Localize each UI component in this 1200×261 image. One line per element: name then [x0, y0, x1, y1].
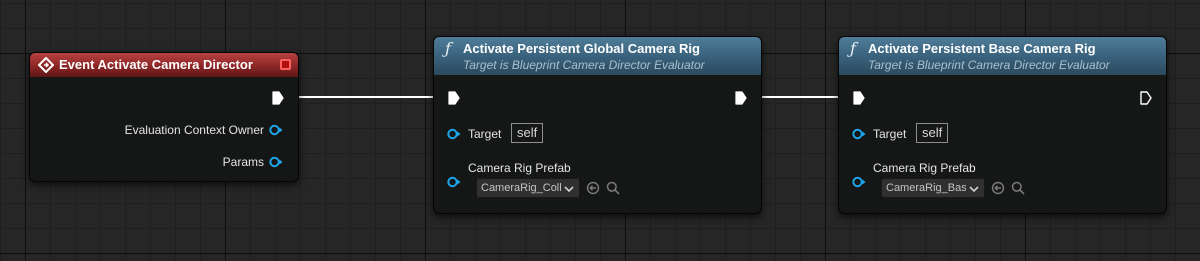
- camera-rig-prefab-value: CameraRig_Collisions: [481, 182, 561, 194]
- event-node-title: Event Activate Camera Director: [59, 57, 253, 72]
- event-exec-out-pin[interactable]: [272, 91, 284, 105]
- target-label: Target: [468, 127, 502, 141]
- target-self-value[interactable]: self: [916, 123, 949, 143]
- evaluation-context-owner-label: Evaluation Context Owner: [124, 123, 264, 137]
- exec-in-pin[interactable]: [448, 91, 460, 105]
- target-pin[interactable]: [852, 128, 866, 140]
- params-pin[interactable]: [269, 156, 283, 168]
- exec-in-pin[interactable]: [853, 91, 865, 105]
- function-node-subtitle: Target is Blueprint Camera Director Eval…: [868, 58, 1110, 72]
- function-node-header[interactable]: ƒ Activate Persistent Global Camera Rig …: [434, 37, 761, 75]
- chevron-down-icon: [969, 186, 979, 193]
- event-diamond-icon: [38, 57, 54, 73]
- target-label: Target: [873, 127, 907, 141]
- target-pin[interactable]: [447, 128, 461, 140]
- function-node-header[interactable]: ƒ Activate Persistent Base Camera Rig Ta…: [839, 37, 1166, 75]
- chevron-down-icon: [564, 186, 574, 193]
- params-label: Params: [222, 155, 264, 169]
- camera-rig-prefab-value: CameraRig_Base: [886, 182, 966, 194]
- function-icon: ƒ: [445, 39, 451, 58]
- camera-rig-prefab-label: Camera Rig Prefab: [873, 161, 976, 175]
- camera-rig-prefab-pin[interactable]: [447, 176, 461, 188]
- use-selected-asset-icon[interactable]: [991, 181, 1005, 195]
- browse-asset-icon[interactable]: [606, 181, 620, 195]
- function-node-title: Activate Persistent Global Camera Rig: [463, 41, 700, 56]
- browse-asset-icon[interactable]: [1011, 181, 1025, 195]
- function-node-global-rig[interactable]: ƒ Activate Persistent Global Camera Rig …: [433, 36, 762, 214]
- camera-rig-prefab-dropdown[interactable]: CameraRig_Collisions: [476, 178, 580, 198]
- exec-out-pin[interactable]: [735, 91, 747, 105]
- function-node-subtitle: Target is Blueprint Camera Director Eval…: [463, 58, 705, 72]
- event-node-header[interactable]: Event Activate Camera Director: [30, 53, 298, 77]
- camera-rig-prefab-pin[interactable]: [852, 176, 866, 188]
- function-icon: ƒ: [850, 39, 856, 58]
- use-selected-asset-icon[interactable]: [586, 181, 600, 195]
- event-node[interactable]: Event Activate Camera Director Evaluatio…: [29, 52, 299, 182]
- target-self-value[interactable]: self: [511, 123, 544, 143]
- camera-rig-prefab-dropdown[interactable]: CameraRig_Base: [881, 178, 985, 198]
- function-node-base-rig[interactable]: ƒ Activate Persistent Base Camera Rig Ta…: [838, 36, 1167, 214]
- delegate-output-icon[interactable]: [280, 59, 291, 70]
- camera-rig-prefab-label: Camera Rig Prefab: [468, 161, 571, 175]
- evaluation-context-owner-pin[interactable]: [269, 124, 283, 136]
- exec-out-pin-unconnected[interactable]: [1140, 91, 1152, 105]
- function-node-title: Activate Persistent Base Camera Rig: [868, 41, 1096, 56]
